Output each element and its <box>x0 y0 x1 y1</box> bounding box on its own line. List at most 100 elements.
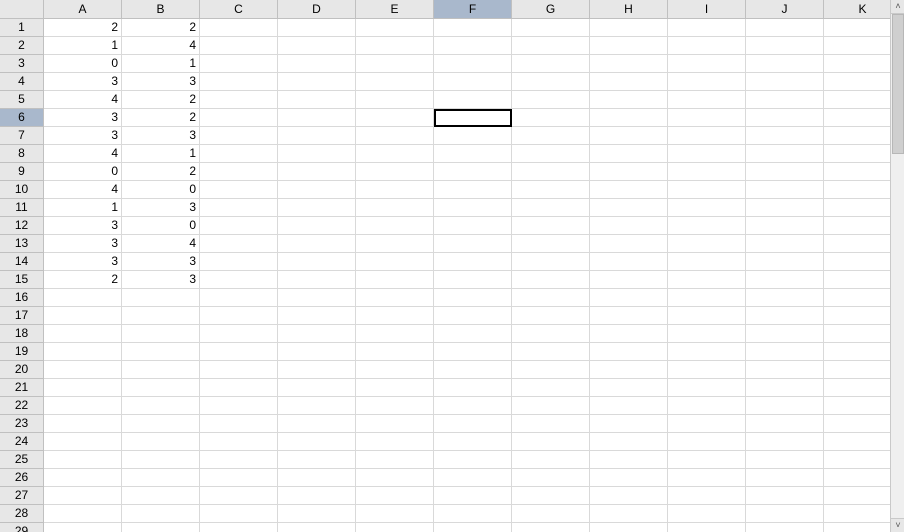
cell-d5[interactable] <box>278 91 356 109</box>
cell-f8[interactable] <box>434 145 512 163</box>
cell-i2[interactable] <box>668 37 746 55</box>
cell-d3[interactable] <box>278 55 356 73</box>
cell-c3[interactable] <box>200 55 278 73</box>
cell-g20[interactable] <box>512 361 590 379</box>
cell-k27[interactable] <box>824 487 890 505</box>
column-header-g[interactable]: G <box>512 0 590 19</box>
cell-f27[interactable] <box>434 487 512 505</box>
cell-j21[interactable] <box>746 379 824 397</box>
cell-c28[interactable] <box>200 505 278 523</box>
cell-b17[interactable] <box>122 307 200 325</box>
cell-j26[interactable] <box>746 469 824 487</box>
cell-d26[interactable] <box>278 469 356 487</box>
cell-j23[interactable] <box>746 415 824 433</box>
cell-e3[interactable] <box>356 55 434 73</box>
cell-k3[interactable] <box>824 55 890 73</box>
cell-g26[interactable] <box>512 469 590 487</box>
cell-j14[interactable] <box>746 253 824 271</box>
cell-j7[interactable] <box>746 127 824 145</box>
cell-e2[interactable] <box>356 37 434 55</box>
cell-g12[interactable] <box>512 217 590 235</box>
cell-f28[interactable] <box>434 505 512 523</box>
cell-g11[interactable] <box>512 199 590 217</box>
cell-d24[interactable] <box>278 433 356 451</box>
cell-k5[interactable] <box>824 91 890 109</box>
cell-c22[interactable] <box>200 397 278 415</box>
cell-d27[interactable] <box>278 487 356 505</box>
cell-e27[interactable] <box>356 487 434 505</box>
cell-h24[interactable] <box>590 433 668 451</box>
cell-k9[interactable] <box>824 163 890 181</box>
scroll-up-arrow-icon[interactable]: ˄ <box>891 0 904 14</box>
cell-a24[interactable] <box>44 433 122 451</box>
cell-k20[interactable] <box>824 361 890 379</box>
cell-a18[interactable] <box>44 325 122 343</box>
cell-b16[interactable] <box>122 289 200 307</box>
cell-a1[interactable]: 2 <box>44 19 122 37</box>
cell-g5[interactable] <box>512 91 590 109</box>
cell-i7[interactable] <box>668 127 746 145</box>
cell-c4[interactable] <box>200 73 278 91</box>
cell-f20[interactable] <box>434 361 512 379</box>
row-header-9[interactable]: 9 <box>0 163 44 181</box>
cell-f23[interactable] <box>434 415 512 433</box>
cell-i10[interactable] <box>668 181 746 199</box>
cell-e11[interactable] <box>356 199 434 217</box>
cell-b5[interactable]: 2 <box>122 91 200 109</box>
cell-f5[interactable] <box>434 91 512 109</box>
cell-a29[interactable] <box>44 523 122 532</box>
cell-b6[interactable]: 2 <box>122 109 200 127</box>
cell-h25[interactable] <box>590 451 668 469</box>
cell-e24[interactable] <box>356 433 434 451</box>
cell-h15[interactable] <box>590 271 668 289</box>
cell-c15[interactable] <box>200 271 278 289</box>
cell-b1[interactable]: 2 <box>122 19 200 37</box>
cell-c17[interactable] <box>200 307 278 325</box>
cell-e4[interactable] <box>356 73 434 91</box>
row-header-13[interactable]: 13 <box>0 235 44 253</box>
cell-k25[interactable] <box>824 451 890 469</box>
cell-g9[interactable] <box>512 163 590 181</box>
cell-c10[interactable] <box>200 181 278 199</box>
cell-j2[interactable] <box>746 37 824 55</box>
cell-f11[interactable] <box>434 199 512 217</box>
cell-f14[interactable] <box>434 253 512 271</box>
cell-b26[interactable] <box>122 469 200 487</box>
cell-g3[interactable] <box>512 55 590 73</box>
row-header-11[interactable]: 11 <box>0 199 44 217</box>
cell-b21[interactable] <box>122 379 200 397</box>
cell-f13[interactable] <box>434 235 512 253</box>
cell-c16[interactable] <box>200 289 278 307</box>
cell-e1[interactable] <box>356 19 434 37</box>
cell-a2[interactable]: 1 <box>44 37 122 55</box>
cell-d21[interactable] <box>278 379 356 397</box>
row-header-18[interactable]: 18 <box>0 325 44 343</box>
cell-c26[interactable] <box>200 469 278 487</box>
cell-a6[interactable]: 3 <box>44 109 122 127</box>
cell-d7[interactable] <box>278 127 356 145</box>
cell-c6[interactable] <box>200 109 278 127</box>
cell-d15[interactable] <box>278 271 356 289</box>
cell-i19[interactable] <box>668 343 746 361</box>
cell-a9[interactable]: 0 <box>44 163 122 181</box>
cell-e23[interactable] <box>356 415 434 433</box>
cell-f4[interactable] <box>434 73 512 91</box>
cell-b4[interactable]: 3 <box>122 73 200 91</box>
row-header-6[interactable]: 6 <box>0 109 44 127</box>
cell-f29[interactable] <box>434 523 512 532</box>
cell-h29[interactable] <box>590 523 668 532</box>
cell-e5[interactable] <box>356 91 434 109</box>
cell-e28[interactable] <box>356 505 434 523</box>
cell-g17[interactable] <box>512 307 590 325</box>
cell-j18[interactable] <box>746 325 824 343</box>
cell-g8[interactable] <box>512 145 590 163</box>
cell-b24[interactable] <box>122 433 200 451</box>
cell-c11[interactable] <box>200 199 278 217</box>
cell-i8[interactable] <box>668 145 746 163</box>
cell-c19[interactable] <box>200 343 278 361</box>
cell-b3[interactable]: 1 <box>122 55 200 73</box>
cell-g23[interactable] <box>512 415 590 433</box>
cell-k7[interactable] <box>824 127 890 145</box>
cell-h9[interactable] <box>590 163 668 181</box>
cell-k19[interactable] <box>824 343 890 361</box>
